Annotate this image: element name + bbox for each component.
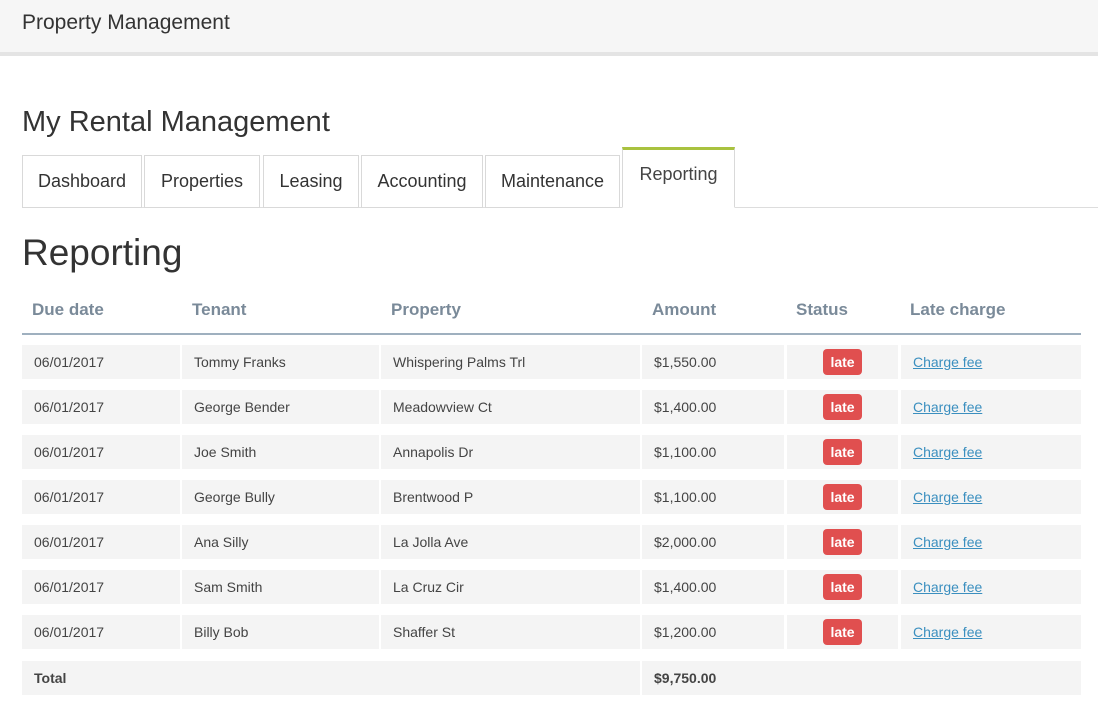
charge-fee-link[interactable]: Charge fee [913, 579, 982, 595]
charge-fee-link[interactable]: Charge fee [913, 624, 982, 640]
tab-leasing[interactable]: Leasing [263, 155, 359, 208]
tab-properties[interactable]: Properties [144, 155, 260, 208]
cell-late-charge: Charge fee [901, 525, 1081, 559]
total-row: Total $9,750.00 [22, 661, 1081, 695]
header-tenant: Tenant [192, 300, 247, 319]
charge-fee-link[interactable]: Charge fee [913, 399, 982, 415]
tab-accounting[interactable]: Accounting [361, 155, 483, 208]
cell-amount: $1,100.00 [642, 435, 784, 469]
table-row: 06/01/2017 Billy Bob Shaffer St $1,200.00 la… [22, 615, 1081, 649]
tab-bar: Dashboard Properties Leasing Accounting … [22, 147, 1098, 208]
cell-tenant: George Bender [182, 390, 379, 424]
cell-status: late [787, 480, 898, 514]
charge-fee-link[interactable]: Charge fee [913, 489, 982, 505]
cell-tenant: Billy Bob [182, 615, 379, 649]
cell-amount: $1,200.00 [642, 615, 784, 649]
app-title: Property Management [22, 11, 230, 34]
header-amount: Amount [652, 300, 717, 319]
cell-due-date: 06/01/2017 [22, 570, 180, 604]
total-label: Total [22, 661, 640, 695]
late-status-badge: late [823, 529, 862, 555]
cell-property: Brentwood P [381, 480, 640, 514]
cell-status: late [787, 435, 898, 469]
late-status-badge: late [823, 349, 862, 375]
cell-due-date: 06/01/2017 [22, 480, 180, 514]
late-status-badge: late [823, 484, 862, 510]
tab-maintenance[interactable]: Maintenance [485, 155, 620, 208]
cell-status: late [787, 615, 898, 649]
cell-due-date: 06/01/2017 [22, 345, 180, 379]
cell-due-date: 06/01/2017 [22, 390, 180, 424]
cell-amount: $1,400.00 [642, 390, 784, 424]
cell-amount: $1,550.00 [642, 345, 784, 379]
cell-property: Shaffer St [381, 615, 640, 649]
cell-tenant: Tommy Franks [182, 345, 379, 379]
cell-late-charge: Charge fee [901, 570, 1081, 604]
header-late-charge: Late charge [910, 300, 1006, 319]
table-row: 06/01/2017 Tommy Franks Whispering Palms T… [22, 345, 1081, 379]
cell-property: La Jolla Ave [381, 525, 640, 559]
tab-dashboard[interactable]: Dashboard [22, 155, 142, 208]
cell-due-date: 06/01/2017 [22, 525, 180, 559]
late-status-badge: late [823, 574, 862, 600]
table-row: 06/01/2017 Sam Smith La Cruz Cir $1,400.00 l… [22, 570, 1081, 604]
header-status: Status [796, 300, 848, 319]
total-amount: $9,750.00 [642, 661, 1081, 695]
charge-fee-link[interactable]: Charge fee [913, 354, 982, 370]
charge-fee-link[interactable]: Charge fee [913, 534, 982, 550]
cell-property: Annapolis Dr [381, 435, 640, 469]
cell-property: Whispering Palms Trl [381, 345, 640, 379]
table-row: 06/01/2017 George Bender Meadowview Ct $1,4… [22, 390, 1081, 424]
cell-status: late [787, 525, 898, 559]
cell-amount: $1,400.00 [642, 570, 784, 604]
cell-amount: $1,100.00 [642, 480, 784, 514]
charge-fee-link[interactable]: Charge fee [913, 444, 982, 460]
section-title: Reporting [22, 232, 183, 273]
table-header: Due date Tenant Property Amount Status L… [22, 290, 1081, 335]
late-status-badge: late [823, 394, 862, 420]
cell-amount: $2,000.00 [642, 525, 784, 559]
report-table: Due date Tenant Property Amount Status L… [22, 290, 1081, 695]
cell-property: La Cruz Cir [381, 570, 640, 604]
table-row: 06/01/2017 Joe Smith Annapolis Dr $1,100.00… [22, 435, 1081, 469]
table-row: 06/01/2017 Ana Silly La Jolla Ave $2,000.00… [22, 525, 1081, 559]
cell-status: late [787, 345, 898, 379]
header-due-date: Due date [32, 300, 104, 319]
late-status-badge: late [823, 439, 862, 465]
cell-tenant: Sam Smith [182, 570, 379, 604]
tab-reporting[interactable]: Reporting [622, 147, 735, 208]
cell-late-charge: Charge fee [901, 345, 1081, 379]
cell-late-charge: Charge fee [901, 480, 1081, 514]
header-property: Property [391, 300, 461, 319]
cell-late-charge: Charge fee [901, 435, 1081, 469]
cell-tenant: Ana Silly [182, 525, 379, 559]
cell-late-charge: Charge fee [901, 390, 1081, 424]
cell-tenant: George Bully [182, 480, 379, 514]
cell-late-charge: Charge fee [901, 615, 1081, 649]
table-row: 06/01/2017 George Bully Brentwood P $1,100.… [22, 480, 1081, 514]
top-bar: Property Management [0, 0, 1098, 56]
cell-due-date: 06/01/2017 [22, 435, 180, 469]
late-status-badge: late [823, 619, 862, 645]
cell-due-date: 06/01/2017 [22, 615, 180, 649]
page-heading: My Rental Management [22, 106, 330, 138]
cell-status: late [787, 570, 898, 604]
cell-property: Meadowview Ct [381, 390, 640, 424]
cell-tenant: Joe Smith [182, 435, 379, 469]
cell-status: late [787, 390, 898, 424]
